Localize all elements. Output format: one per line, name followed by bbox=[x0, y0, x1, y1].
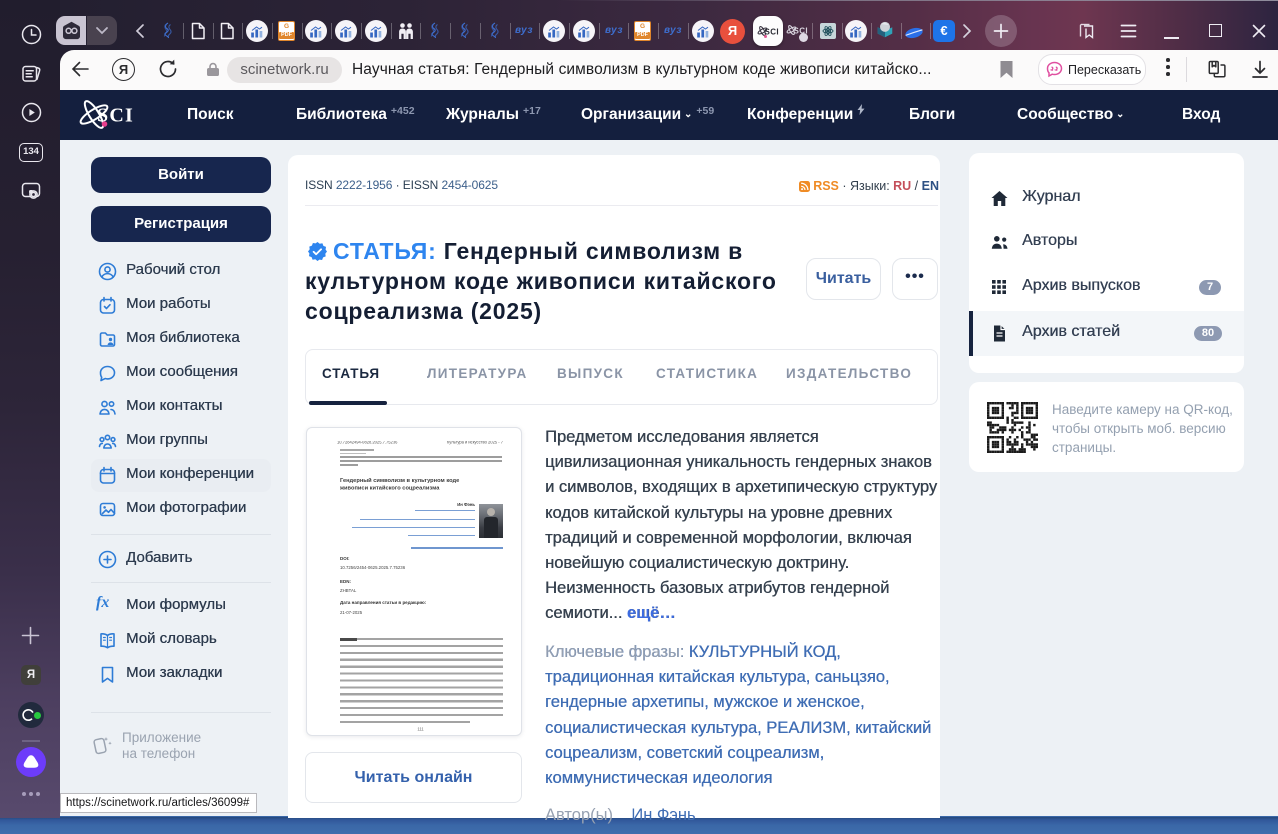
svg-text:SCI: SCI bbox=[97, 105, 134, 127]
